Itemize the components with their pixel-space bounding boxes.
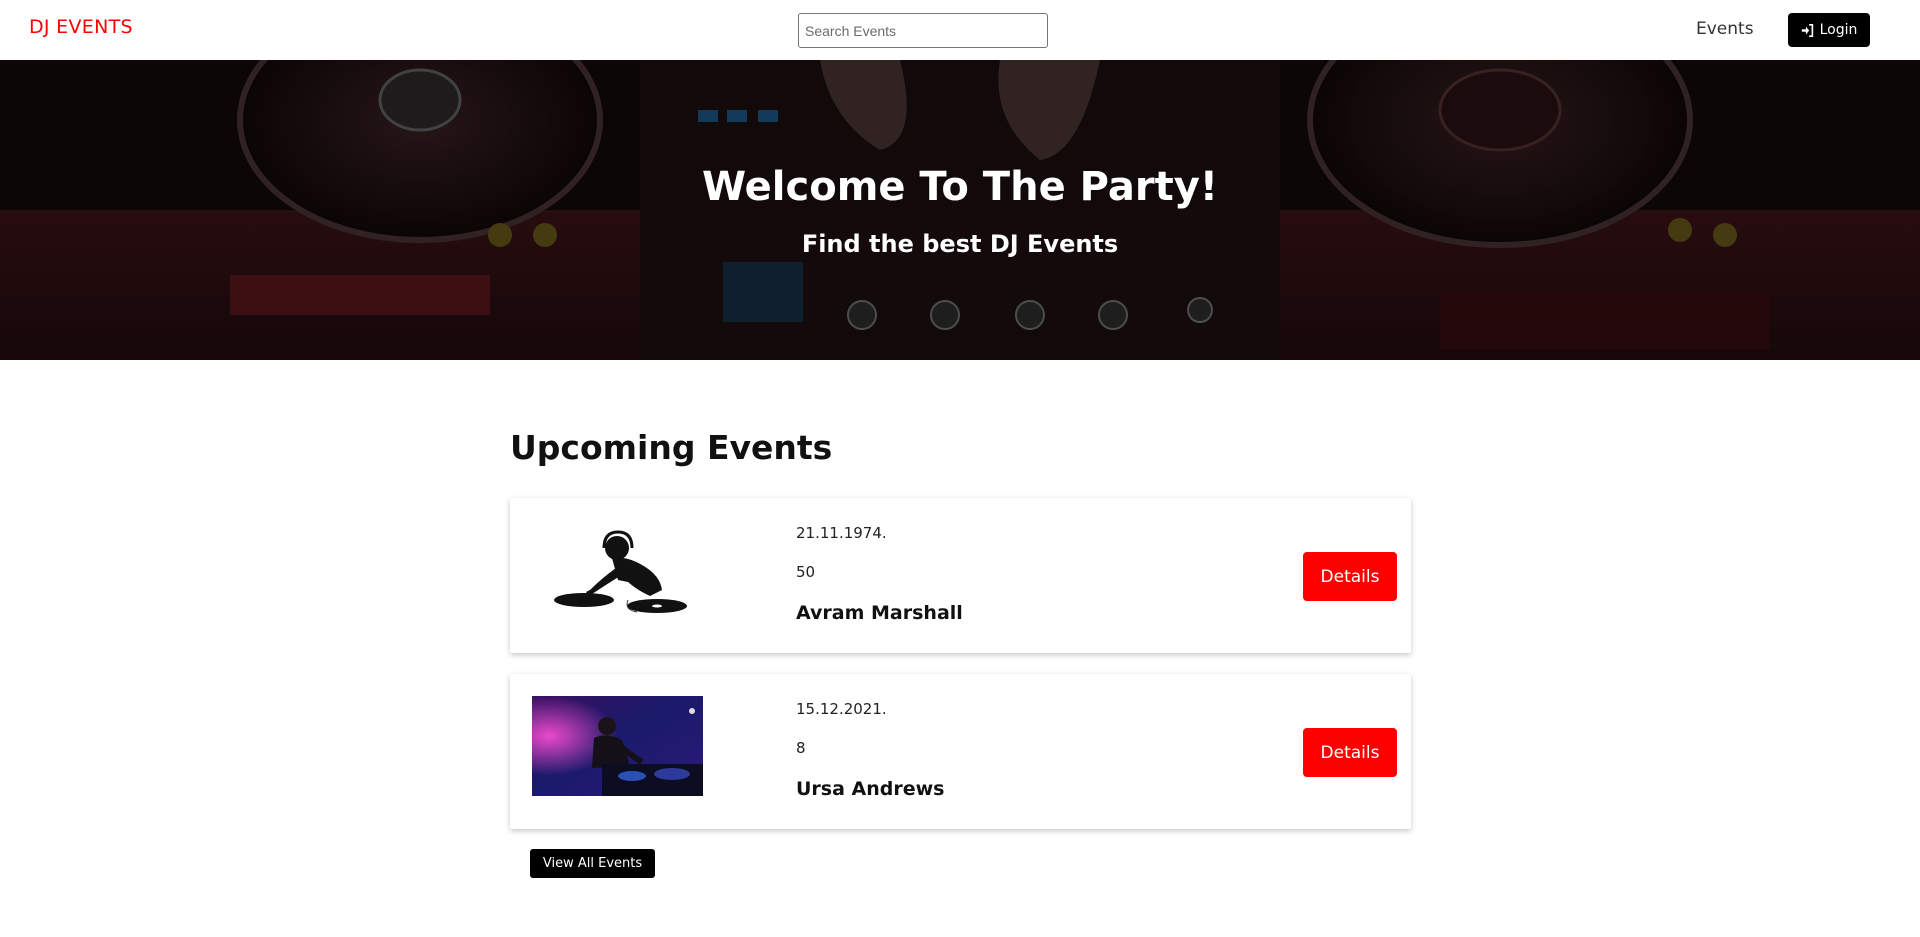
login-label: Login [1819,22,1858,38]
hero-subtitle: Find the best DJ Events [801,230,1119,258]
event-name: Avram Marshall [796,602,963,624]
dj-club-photo [532,696,703,796]
view-all-events-button[interactable]: View All Events [530,849,655,878]
site-logo[interactable]: DJ EVENTS [29,16,133,38]
event-date: 15.12.2021. [796,700,887,718]
event-card: 15.12.2021. 8 Ursa Andrews Details [510,674,1411,829]
event-image [532,520,703,620]
navbar: DJ EVENTS Events Login [0,0,1920,60]
search-input[interactable] [798,13,1048,48]
hero-title: Welcome To The Party! [701,164,1219,210]
section-title: Upcoming Events [510,428,833,467]
event-count: 8 [796,739,806,757]
event-count: 50 [796,563,816,581]
login-button[interactable]: Login [1788,13,1870,47]
details-button[interactable]: Details [1303,728,1397,777]
hero-banner: Welcome To The Party! Find the best DJ E… [0,60,1920,360]
event-name: Ursa Andrews [796,778,945,800]
event-date: 21.11.1974. [796,524,887,542]
event-image [532,696,703,796]
hero-overlay [0,60,1920,360]
sign-in-icon [1801,23,1813,37]
dj-silhouette-image [532,520,703,620]
nav-link-events[interactable]: Events [1696,19,1754,39]
details-button[interactable]: Details [1303,552,1397,601]
event-card: 21.11.1974. 50 Avram Marshall Details [510,498,1411,653]
